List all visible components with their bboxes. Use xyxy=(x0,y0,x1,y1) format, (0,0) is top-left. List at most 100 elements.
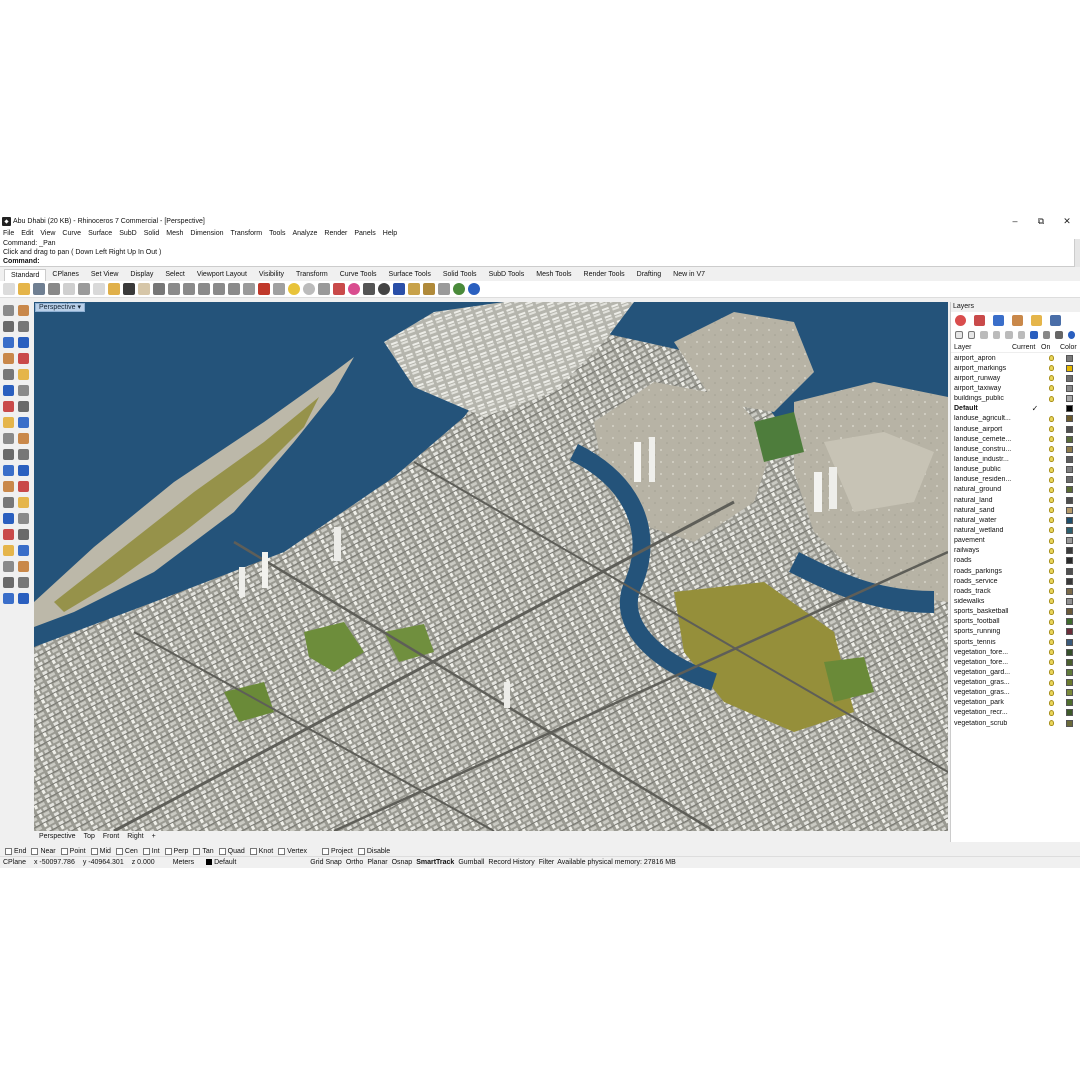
command-prompt[interactable]: Command: xyxy=(3,257,1074,266)
osnap-perp[interactable]: Perp xyxy=(164,847,188,855)
menu-view[interactable]: View xyxy=(40,230,55,237)
tab-transform[interactable]: Transform xyxy=(290,269,334,281)
layer-row[interactable]: airport_markings xyxy=(951,363,1080,373)
layer-row[interactable]: vegetation_fore... xyxy=(951,647,1080,657)
osnap-vertex[interactable]: Vertex xyxy=(278,847,307,855)
material-icon[interactable] xyxy=(363,283,375,295)
add-viewport-tab-button[interactable]: + xyxy=(152,833,156,840)
layer-states-icon[interactable] xyxy=(1042,331,1051,339)
header-color[interactable]: Color xyxy=(1060,344,1077,351)
tab-render-tools[interactable]: Render Tools xyxy=(578,269,631,281)
layer-color-swatch[interactable] xyxy=(1066,699,1073,707)
fillet-icon[interactable] xyxy=(3,464,14,476)
car-icon[interactable] xyxy=(258,283,270,295)
menu-render[interactable]: Render xyxy=(324,230,347,237)
render-sphere-icon[interactable] xyxy=(378,283,390,295)
paint-icon[interactable] xyxy=(18,592,29,604)
trim-icon[interactable] xyxy=(3,480,14,492)
layer-color-swatch[interactable] xyxy=(1066,486,1073,494)
osnap-mid[interactable]: Mid xyxy=(90,847,111,855)
layer-row[interactable]: vegetation_gras... xyxy=(951,688,1080,698)
polygon-icon[interactable] xyxy=(18,352,29,364)
rectangle-icon[interactable] xyxy=(3,352,14,364)
undo-icon[interactable] xyxy=(123,283,135,295)
extrude-icon[interactable] xyxy=(3,400,14,412)
analyze-icon[interactable] xyxy=(18,560,29,572)
layer-visibility-toggle[interactable] xyxy=(1046,617,1056,627)
units-label[interactable]: Meters xyxy=(173,859,194,866)
zoom-extents-icon[interactable] xyxy=(198,283,210,295)
chevron-down-icon[interactable]: ▾ xyxy=(78,304,82,311)
layer-visibility-toggle[interactable] xyxy=(1046,525,1056,535)
shade-icon[interactable] xyxy=(408,283,420,295)
subd-icon[interactable] xyxy=(18,448,29,460)
viewport-tab-top[interactable]: Top xyxy=(84,833,95,840)
osnap-near[interactable]: Near xyxy=(31,847,56,855)
lock-icon[interactable] xyxy=(318,283,330,295)
globe-icon[interactable] xyxy=(453,283,465,295)
layer-color-swatch[interactable] xyxy=(1066,516,1073,524)
layer-visibility-toggle[interactable] xyxy=(1046,698,1056,708)
layer-color-swatch[interactable] xyxy=(1066,658,1073,666)
osnap-point[interactable]: Point xyxy=(60,847,86,855)
layer-color-swatch[interactable] xyxy=(1066,496,1073,504)
layer-row[interactable]: sidewalks xyxy=(951,596,1080,606)
layer-color-swatch[interactable] xyxy=(1066,597,1073,605)
layer-color-swatch[interactable] xyxy=(1066,425,1073,433)
viewport-tab-front[interactable]: Front xyxy=(103,833,119,840)
layer-row[interactable]: roads_service xyxy=(951,576,1080,586)
layer-color-swatch[interactable] xyxy=(1066,466,1073,474)
move-down-icon[interactable] xyxy=(1005,331,1013,339)
layer-row[interactable]: sports_tennis xyxy=(951,637,1080,647)
menu-subd[interactable]: SubD xyxy=(119,230,137,237)
undo-view-icon[interactable] xyxy=(228,283,240,295)
layer-color-swatch[interactable] xyxy=(1066,628,1073,636)
tab-viewport-layout[interactable]: Viewport Layout xyxy=(191,269,253,281)
menu-transform[interactable]: Transform xyxy=(231,230,263,237)
layer-color-swatch[interactable] xyxy=(1066,648,1073,656)
layer-visibility-toggle[interactable] xyxy=(1046,485,1056,495)
osnap-tan[interactable]: Tan xyxy=(193,847,214,855)
solid-edit-icon[interactable] xyxy=(18,432,29,444)
osnap-toggle[interactable]: Osnap xyxy=(392,859,413,866)
layer-row[interactable]: natural_wetland xyxy=(951,525,1080,535)
layer-visibility-toggle[interactable] xyxy=(1046,607,1056,617)
viewport-tab-perspective[interactable]: Perspective xyxy=(39,833,76,840)
osnap-int[interactable]: Int xyxy=(142,847,160,855)
brush-icon[interactable] xyxy=(1012,314,1023,326)
tab-visibility[interactable]: Visibility xyxy=(253,269,290,281)
checkbox[interactable] xyxy=(278,847,286,855)
layers-icon[interactable] xyxy=(974,314,985,326)
layer-row[interactable]: vegetation_gard... xyxy=(951,667,1080,677)
layer-color-swatch[interactable] xyxy=(1066,506,1073,514)
layer-visibility-toggle[interactable] xyxy=(1046,708,1056,718)
layer-color-swatch[interactable] xyxy=(1066,526,1073,534)
layer-visibility-toggle[interactable] xyxy=(1046,353,1056,363)
tab-mesh-tools[interactable]: Mesh Tools xyxy=(530,269,577,281)
ortho-toggle[interactable]: Ortho xyxy=(346,859,364,866)
chamfer-icon[interactable] xyxy=(18,464,29,476)
layer-row[interactable]: landuse_industr... xyxy=(951,454,1080,464)
image-icon[interactable] xyxy=(1050,314,1061,326)
layer-visibility-toggle[interactable] xyxy=(1046,647,1056,657)
layer-row[interactable]: vegetation_gras... xyxy=(951,678,1080,688)
checkbox[interactable] xyxy=(164,847,172,855)
menu-surface[interactable]: Surface xyxy=(88,230,112,237)
tab-select[interactable]: Select xyxy=(159,269,190,281)
polyline-icon[interactable] xyxy=(3,320,14,332)
circle-icon[interactable] xyxy=(3,336,14,348)
layer-visibility-toggle[interactable] xyxy=(1046,373,1056,383)
sun-icon[interactable] xyxy=(288,283,300,295)
layer-row[interactable]: airport_apron xyxy=(951,353,1080,363)
checkbox[interactable] xyxy=(31,847,39,855)
layer-row[interactable]: natural_water xyxy=(951,515,1080,525)
grid-snap-toggle[interactable]: Grid Snap xyxy=(310,859,342,866)
layer-row[interactable]: vegetation_scrub xyxy=(951,718,1080,728)
layer-color-swatch[interactable] xyxy=(1066,618,1073,626)
render-tool-icon[interactable] xyxy=(3,560,14,572)
tab-solid-tools[interactable]: Solid Tools xyxy=(437,269,483,281)
layer-color-swatch[interactable] xyxy=(1066,709,1073,717)
sphere-icon[interactable] xyxy=(18,384,29,396)
command-area[interactable]: Command: _Pan Click and drag to pan ( Do… xyxy=(0,239,1074,267)
move-up-icon[interactable] xyxy=(992,331,1001,339)
